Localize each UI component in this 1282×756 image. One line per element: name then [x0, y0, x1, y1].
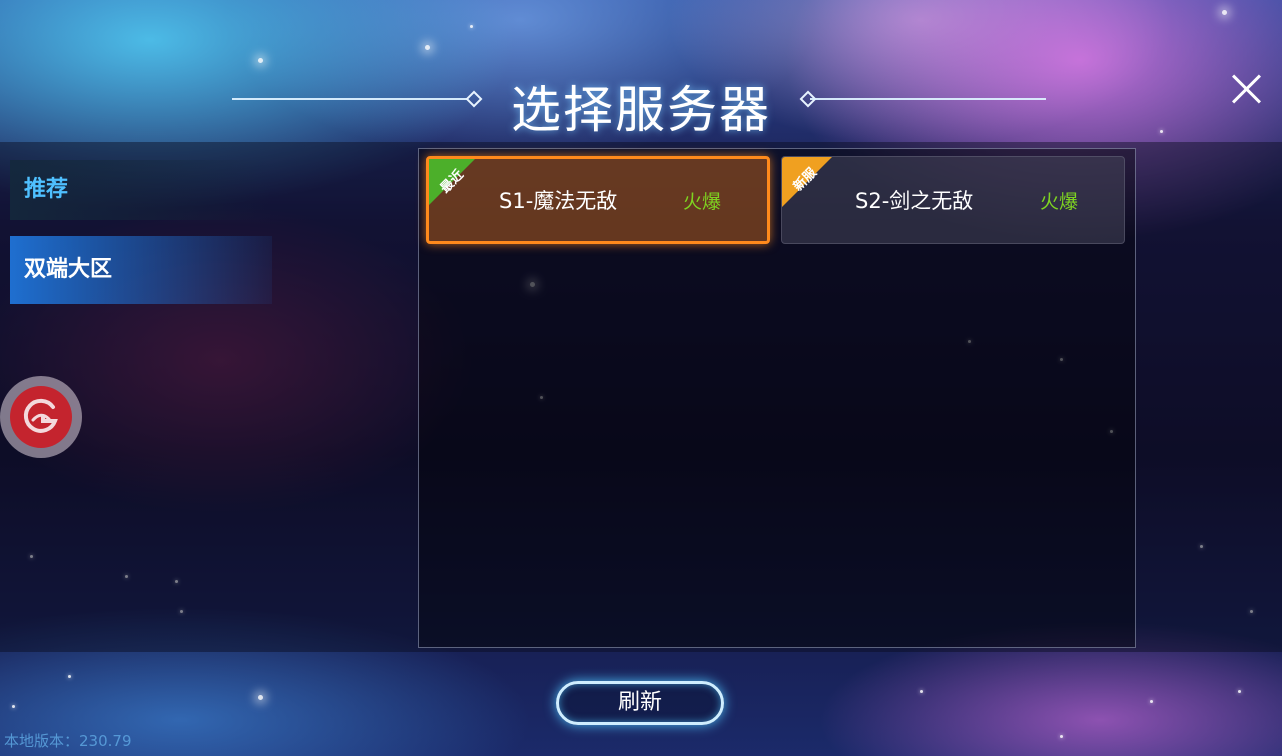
version-label: 本地版本：230.79 [4, 732, 132, 750]
refresh-button[interactable]: 刷新 [556, 681, 724, 725]
sidebar-item-dual-region[interactable]: 双端大区 [10, 236, 272, 304]
server-name: S1-魔法无敌 [499, 189, 618, 213]
server-status: 火爆 [1039, 190, 1078, 213]
sidebar-item-label: 双端大区 [24, 257, 113, 282]
server-status: 火爆 [682, 190, 721, 213]
game-logo-icon[interactable] [0, 376, 82, 458]
sidebar-item-label: 推荐 [24, 177, 69, 202]
close-icon[interactable] [1226, 68, 1268, 110]
server-name: S2-剑之无敌 [855, 189, 974, 213]
server-item-s1[interactable]: 最近 S1-魔法无敌 火爆 [426, 156, 770, 244]
page-title: 选择服务器 [511, 81, 771, 139]
server-item-s2[interactable]: 新服 S2-剑之无敌 火爆 [781, 156, 1125, 244]
sidebar-item-recommend[interactable]: 推荐 [10, 160, 272, 220]
header: 选择服务器 [0, 0, 1282, 142]
logo-emblem [10, 386, 72, 448]
title-divider-right [810, 98, 1046, 100]
